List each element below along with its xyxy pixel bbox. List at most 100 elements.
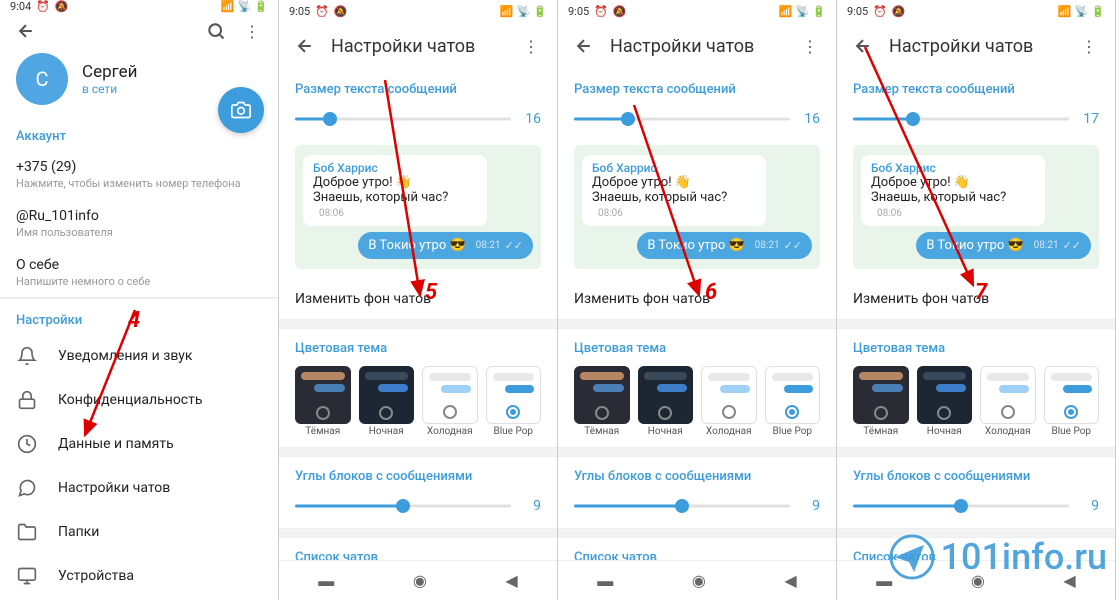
annotation-4: 4 [128,308,140,333]
menu-folders[interactable]: Папки [0,510,278,554]
text-size-label: Размер текста сообщений [558,70,836,103]
theme-cold[interactable]: Холодная [422,366,478,437]
alarm-icon: ⏰ [36,0,50,13]
nav-back[interactable]: ◀ [784,571,796,590]
theme-bluepop[interactable]: Blue Pop [765,366,821,437]
nav-home[interactable]: ◉ [692,571,706,590]
screen-chat-settings-5: 9:05 ⏰ 🔕 📶📡🔋 Настройки чатов ⋮ Размер те… [279,0,558,600]
signal-icon: 📶 [1058,5,1072,18]
read-checks-icon: ✓✓ [784,239,802,252]
theme-night[interactable]: Ночная [359,366,415,437]
theme-dark[interactable]: Тёмная [853,366,909,437]
top-bar: Настройки чатов ⋮ [837,22,1115,70]
annotation-5: 5 [425,280,437,305]
profile-status: в сети [82,82,137,96]
camera-fab[interactable] [218,87,264,133]
phone-row[interactable]: +375 (29) Нажмите, чтобы изменить номер … [0,150,278,199]
back-button[interactable] [845,28,881,64]
wifi-icon: 📡 [1075,5,1089,18]
alarm-icon: ⏰ [873,5,887,18]
mute-icon: 🔕 [55,0,69,13]
battery-icon: 🔋 [1091,5,1105,18]
more-button[interactable]: ⋮ [513,28,549,64]
chat-list-label: Список чатов [279,538,557,560]
mute-icon: 🔕 [613,5,627,18]
chat-preview: Боб Харрис Доброе утро! 👋 Знаешь, которы… [853,145,1099,269]
theme-cold[interactable]: Холодная [701,366,757,437]
corners-slider[interactable]: 9 [279,490,557,528]
divider [837,319,1115,329]
back-button[interactable] [8,13,44,49]
lock-icon [16,389,38,411]
divider [279,447,557,457]
theme-night[interactable]: Ночная [917,366,973,437]
data-icon [16,433,38,455]
text-size-value: 17 [1079,111,1099,127]
divider [279,528,557,538]
theme-cold[interactable]: Холодная [980,366,1036,437]
menu-notifications[interactable]: Уведомления и звук [0,334,278,378]
mute-icon: 🔕 [892,5,906,18]
text-size-slider[interactable]: 17 [837,103,1115,141]
theme-night[interactable]: Ночная [638,366,694,437]
corners-value: 9 [1079,498,1099,514]
change-background-row[interactable]: Изменить фон чатов [558,279,836,319]
nav-back[interactable]: ◀ [505,571,517,590]
top-bar: Настройки чатов ⋮ [558,22,836,70]
menu-chat-settings[interactable]: Настройки чатов [0,466,278,510]
message-outgoing: В Токио утро 😎08:21✓✓ [358,232,533,259]
divider [279,319,557,329]
corners-value: 9 [800,498,820,514]
divider [558,447,836,457]
avatar[interactable]: С [16,53,68,105]
username-row[interactable]: @Ru_101info Имя пользователя [0,199,278,248]
status-time: 9:04 [10,0,31,13]
status-bar: 9:05 ⏰ 🔕 📶📡🔋 [558,0,836,22]
back-button[interactable] [566,28,602,64]
theme-bluepop[interactable]: Blue Pop [1044,366,1100,437]
change-background-row[interactable]: Изменить фон чатов [279,279,557,319]
more-button[interactable]: ⋮ [1071,28,1107,64]
back-button[interactable] [287,28,323,64]
bell-icon [16,345,38,367]
text-size-slider[interactable]: 16 [558,103,836,141]
theme-dark[interactable]: Тёмная [574,366,630,437]
text-size-value: 16 [521,111,541,127]
status-bar: 9:05 ⏰ 🔕 📶📡🔋 [837,0,1115,22]
alarm-icon: ⏰ [594,5,608,18]
signal-icon: 📶 [221,0,235,13]
top-bar: ⋮ [0,13,278,49]
message-incoming: Боб Харрис Доброе утро! 👋 Знаешь, которы… [582,155,766,226]
top-bar: Настройки чатов ⋮ [279,22,557,70]
theme-bluepop[interactable]: Blue Pop [486,366,542,437]
page-title: Настройки чатов [331,36,513,57]
text-size-slider[interactable]: 16 [279,103,557,141]
corners-slider[interactable]: 9 [558,490,836,528]
theme-dark[interactable]: Тёмная [295,366,351,437]
more-button[interactable]: ⋮ [792,28,828,64]
corners-slider[interactable]: 9 [837,490,1115,528]
search-button[interactable] [198,13,234,49]
corners-label: Углы блоков с сообщениями [558,457,836,490]
theme-picker: Тёмная Ночная Холодная Blue Pop [558,362,836,447]
screen-profile: 9:04 ⏰ 🔕 📶📡🔋 ⋮ С Сергей в сети Аккаунт +… [0,0,279,600]
message-incoming: Боб Харрис Доброе утро! 👋 Знаешь, которы… [861,155,1045,226]
more-button[interactable]: ⋮ [234,13,270,49]
divider [558,528,836,538]
folder-icon [16,521,38,543]
menu-data[interactable]: Данные и память [0,422,278,466]
read-checks-icon: ✓✓ [505,239,523,252]
nav-home[interactable]: ◉ [413,571,427,590]
status-bar: 9:05 ⏰ 🔕 📶📡🔋 [279,0,557,22]
about-row[interactable]: О себе Напишите немного о себе [0,248,278,297]
message-outgoing: В Токио утро 😎08:21✓✓ [916,232,1091,259]
profile-name: Сергей [82,62,137,82]
menu-privacy[interactable]: Конфиденциальность [0,378,278,422]
nav-recent[interactable]: ▬ [318,571,334,591]
divider [558,319,836,329]
corners-value: 9 [521,498,541,514]
page-title: Настройки чатов [889,36,1071,57]
nav-bar: ▬ ◉ ◀ [279,560,557,600]
nav-recent[interactable]: ▬ [597,571,613,591]
menu-devices[interactable]: Устройства [0,554,278,598]
